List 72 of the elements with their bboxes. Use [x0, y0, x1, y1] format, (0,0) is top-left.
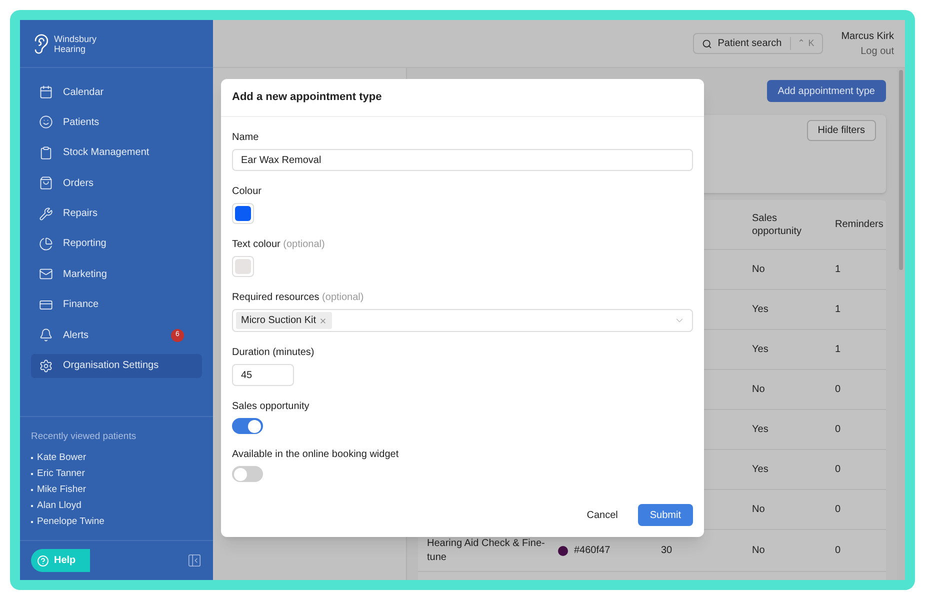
nav-item[interactable]: Calendar [31, 80, 202, 104]
resources-select[interactable]: Micro Suction Kit [232, 309, 693, 332]
bag-icon [39, 176, 53, 190]
duration-field[interactable]: 45 [232, 364, 294, 386]
envelope-icon [39, 267, 53, 282]
nav-item[interactable]: Patients [31, 110, 202, 134]
toggle-switch[interactable] [232, 466, 263, 482]
table-cell: 0 [835, 545, 841, 556]
table-cell: 1 [835, 264, 841, 275]
column-header: Reminders [835, 218, 884, 231]
table-cell: Yes [752, 424, 768, 435]
patient-search-button[interactable]: Patient search ⌃ K [692, 33, 824, 54]
table-cell-text: #460f47 [574, 544, 610, 558]
smiley-icon [39, 115, 53, 130]
resource-tag: Micro Suction Kit [236, 312, 332, 329]
toggle-switch[interactable] [232, 418, 263, 434]
table-cell: Yes [752, 344, 768, 355]
table-cell: No [752, 504, 765, 515]
table-cell: No [752, 384, 765, 395]
table-cell-text: Hearing Aid Check & Fine-tune [427, 536, 546, 564]
calendar-icon [39, 85, 53, 99]
pie-chart-icon [39, 236, 53, 251]
nav-item[interactable]: Repairs [31, 202, 202, 226]
remove-icon[interactable] [319, 316, 328, 324]
table-cell: 0 [835, 424, 841, 435]
patient-link[interactable]: Kate Bower [31, 450, 202, 466]
clipboard-icon [39, 146, 53, 160]
card-icon [39, 298, 53, 312]
patient-link[interactable]: Penelope Twine [31, 514, 202, 530]
add-appointment-type-button[interactable]: Add appointment type [766, 80, 886, 102]
field-label: Required resources (optional) [232, 291, 365, 305]
nav-item[interactable]: Organisation Settings [31, 354, 202, 378]
field-label: Sales opportunity [232, 400, 310, 414]
nav-item[interactable]: Marketing [31, 262, 202, 286]
cancel-button[interactable]: Cancel [582, 504, 622, 526]
field-label: Duration (minutes) [232, 346, 316, 360]
table-cell: 1 [835, 344, 841, 355]
field-label: Colour [232, 185, 262, 199]
user-name: Marcus Kirk [841, 30, 894, 44]
table-cell: Yes [752, 464, 768, 475]
table-cell: 0 [835, 464, 841, 475]
field-label: Available in the online booking widget [232, 448, 400, 462]
bell-icon [39, 328, 53, 342]
search-icon [702, 38, 712, 48]
nav-item[interactable]: Stock Management [31, 140, 202, 165]
table-cell: 0 [835, 384, 841, 395]
hide-filters-button[interactable]: Hide filters [806, 120, 876, 141]
patient-link[interactable]: Alan Lloyd [31, 498, 202, 514]
nav-item[interactable]: Finance [31, 292, 202, 317]
table-cell: 30 [661, 545, 672, 556]
table-cell: 1 [835, 304, 841, 315]
collapse-sidebar-icon[interactable] [187, 553, 202, 568]
name-field[interactable]: Ear Wax Removal [232, 149, 693, 171]
table-cell: 0 [835, 504, 841, 515]
nav-item[interactable]: Reporting [31, 232, 202, 256]
patient-link[interactable]: Mike Fisher [31, 482, 202, 498]
submit-button[interactable]: Submit [638, 504, 693, 526]
logout-link[interactable]: Log out [860, 44, 894, 58]
wrench-icon [39, 206, 53, 221]
nav-item[interactable]: Orders [31, 171, 202, 196]
table-cell: Yes [752, 304, 768, 315]
table-cell: No [752, 264, 765, 275]
column-header: Sales opportunity [752, 212, 802, 238]
settings-icon [39, 358, 53, 373]
help-icon [37, 554, 49, 566]
dialog-title: Add a new appointment type [232, 90, 382, 106]
table-cell: No [752, 545, 765, 556]
field-label: Text colour (optional) [232, 238, 326, 252]
brand-name: Windsbury Hearing [54, 34, 97, 54]
field-label: Name [232, 131, 260, 145]
section-heading: Recently viewed patients [31, 430, 138, 444]
patient-link[interactable]: Eric Tanner [31, 466, 202, 482]
